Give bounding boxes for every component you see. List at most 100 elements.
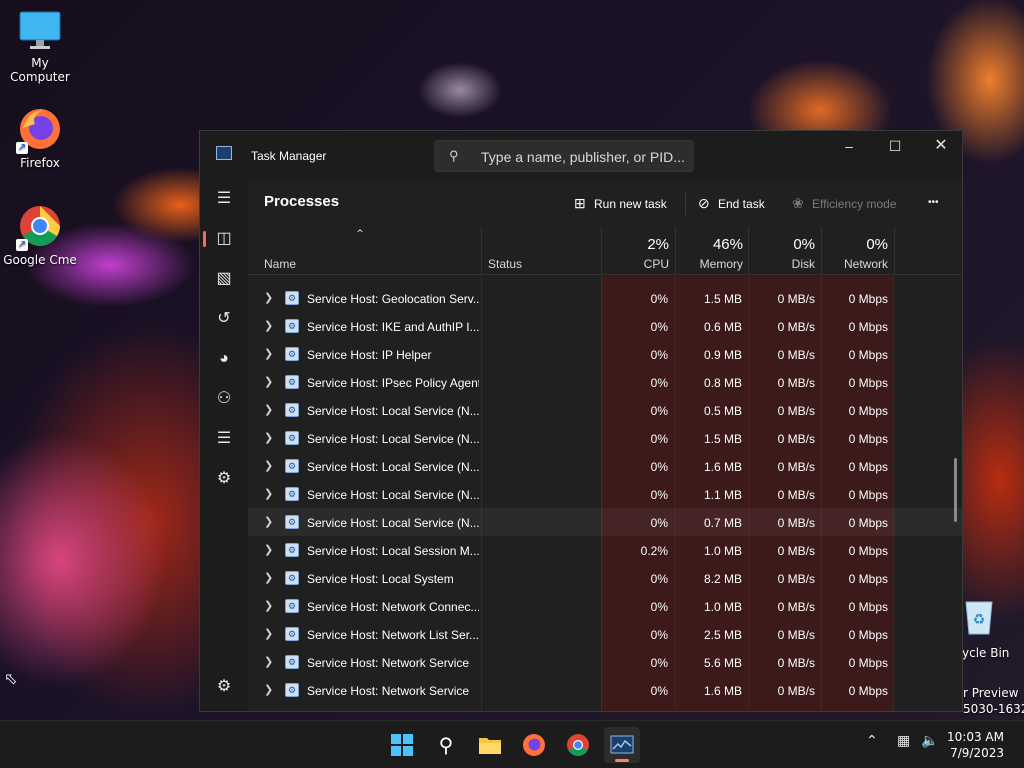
table-row[interactable]: ❯ ⚙ Service Host: IKE and AuthIP I... 0% 0.6… xyxy=(248,312,962,340)
vertical-scrollbar[interactable] xyxy=(954,458,957,522)
title-bar[interactable]: Task Manager ⚲ – ☐ ✕ xyxy=(200,131,962,179)
expand-chevron-icon[interactable]: ❯ xyxy=(264,627,274,640)
process-disk: 0 MB/s xyxy=(777,544,815,558)
table-row[interactable]: ❯ ⚙ Service Host: Local Service (N... 0% 1.1… xyxy=(248,480,962,508)
clock-time: 10:03 AM xyxy=(947,730,1004,744)
process-network: 0 Mbps xyxy=(848,544,888,558)
column-header-memory[interactable]: 46% Memory xyxy=(676,227,749,275)
watermark-line-1: r Preview xyxy=(963,686,1019,700)
process-cpu: 0% xyxy=(650,348,668,362)
expand-chevron-icon[interactable]: ❯ xyxy=(264,655,274,668)
desktop-icon-recycle-bin[interactable]: ♻ ycle Bin xyxy=(958,596,1024,662)
navigation-rail: ☰ ◫ ▧ ↺ ◕ ⚇ ☰ ⚙ ⚙ xyxy=(200,179,248,711)
column-header-network[interactable]: 0% Network xyxy=(822,227,894,275)
search-input[interactable] xyxy=(481,147,686,167)
chrome-taskbar-button[interactable] xyxy=(560,727,596,763)
service-host-icon: ⚙ xyxy=(285,459,299,473)
nav-details[interactable]: ☰ xyxy=(206,421,242,457)
command-separator xyxy=(685,191,686,215)
show-hidden-icons-button[interactable]: ⌃ xyxy=(866,733,878,749)
table-row[interactable]: ❯ ⚙ Service Host: Geolocation Serv... 0% 1.5… xyxy=(248,284,962,312)
process-disk: 0 MB/s xyxy=(777,656,815,670)
search-taskbar-button[interactable]: ⚲ xyxy=(428,727,464,763)
folder-icon xyxy=(479,738,501,754)
task-manager-taskbar-button[interactable] xyxy=(604,727,640,763)
column-header-cpu[interactable]: 2% CPU xyxy=(602,227,675,275)
nav-settings[interactable]: ⚙ xyxy=(206,669,242,705)
table-row[interactable]: ❯ ⚙ Service Host: Local Session M... 0.2% 1.… xyxy=(248,536,962,564)
nav-app-history[interactable]: ↺ xyxy=(206,301,242,337)
nav-processes[interactable]: ◫ xyxy=(203,221,242,257)
process-cpu: 0% xyxy=(650,656,668,670)
desktop-icon-my-computer[interactable]: My Computer xyxy=(0,10,80,84)
table-row[interactable]: ❯ ⚙ Service Host: Local Service (N... 0% 0.5… xyxy=(248,396,962,424)
service-host-icon: ⚙ xyxy=(285,543,299,557)
search-icon: ⚲ xyxy=(449,148,459,163)
table-row[interactable]: ❯ ⚙ Service Host: Local System 0% 8.2 MB 0 MB… xyxy=(248,564,962,592)
column-header-disk[interactable]: 0% Disk xyxy=(749,227,821,275)
expand-chevron-icon[interactable]: ❯ xyxy=(264,319,274,332)
process-network: 0 Mbps xyxy=(848,348,888,362)
column-header-status[interactable]: Status xyxy=(482,227,601,275)
nav-startup-apps[interactable]: ◕ xyxy=(206,341,242,377)
process-memory: 2.5 MB xyxy=(703,628,742,642)
table-row[interactable]: ❯ ⚙ Service Host: Local Service (N... 0% 0.7… xyxy=(248,508,962,536)
nav-services[interactable]: ⚙ xyxy=(206,461,242,497)
table-row[interactable]: ❯ ⚙ Service Host: Network Service 0% 1.6 MB 0… xyxy=(248,676,962,704)
cpu-total-percent: 2% xyxy=(647,236,669,253)
details-list-icon: ☰ xyxy=(216,430,232,447)
column-header-name[interactable]: Name xyxy=(248,227,481,275)
firefox-taskbar-button[interactable] xyxy=(516,727,552,763)
minimize-button[interactable]: – xyxy=(826,131,872,163)
end-task-button[interactable]: ⊘ End task xyxy=(698,191,765,215)
desktop-icon-label: ycle Bin xyxy=(962,646,1010,660)
expand-chevron-icon[interactable]: ❯ xyxy=(264,515,274,528)
efficiency-mode-button[interactable]: ❀ Efficiency mode xyxy=(792,191,897,215)
process-cpu: 0% xyxy=(650,376,668,390)
desktop-icon-google-chrome[interactable]: ↗ Google Cme xyxy=(0,203,80,267)
process-memory: 8.2 MB xyxy=(703,572,742,586)
volume-icon[interactable]: 🔈 xyxy=(921,733,938,749)
column-divider xyxy=(894,227,895,275)
startup-gauge-icon: ◕ xyxy=(219,350,229,367)
clock[interactable]: 10:03 AM 7/9/2023 xyxy=(947,729,1004,761)
table-row[interactable]: ❯ ⚙ Service Host: Local Service (N... 0% 1.6… xyxy=(248,452,962,480)
expand-chevron-icon[interactable]: ❯ xyxy=(264,487,274,500)
start-button[interactable] xyxy=(384,727,420,763)
table-row[interactable]: ❯ ⚙ Service Host: Network List Ser... 0% 2.5… xyxy=(248,620,962,648)
process-list[interactable]: ❯ ⚙ Service Host: Geolocation Serv... 0% 1.5… xyxy=(248,276,962,711)
network-icon[interactable]: ▦ xyxy=(897,733,910,749)
file-explorer-button[interactable] xyxy=(472,727,508,763)
expand-chevron-icon[interactable]: ❯ xyxy=(264,459,274,472)
expand-chevron-icon[interactable]: ❯ xyxy=(264,347,274,360)
nav-users[interactable]: ⚇ xyxy=(206,381,242,417)
table-row[interactable]: ❯ ⚙ Service Host: Network Connec... 0% 1.0 M… xyxy=(248,592,962,620)
task-manager-app-icon xyxy=(216,146,232,160)
page-title: Processes xyxy=(264,193,340,210)
search-box[interactable]: ⚲ xyxy=(434,140,694,172)
expand-chevron-icon[interactable]: ❯ xyxy=(264,683,274,696)
table-row[interactable]: ❯ ⚙ Service Host: IP Helper 0% 0.9 MB 0 MB/s 0… xyxy=(248,340,962,368)
taskbar: ⚲ ⌃ ▦ 🔈 10:03 AM 7/9/2023 xyxy=(0,720,1024,768)
run-new-task-button[interactable]: ⊞ Run new task xyxy=(574,191,667,215)
close-button[interactable]: ✕ xyxy=(918,131,962,163)
hamburger-menu-button[interactable]: ☰ xyxy=(206,181,242,217)
process-cpu: 0% xyxy=(650,460,668,474)
table-row[interactable]: ❯ ⚙ Service Host: Network Service 0% 5.6 MB 0… xyxy=(248,648,962,676)
maximize-button[interactable]: ☐ xyxy=(872,131,918,163)
nav-performance[interactable]: ▧ xyxy=(206,261,242,297)
table-row[interactable]: ❯ ⚙ Service Host: IPsec Policy Agent 0% 0.8 … xyxy=(248,368,962,396)
expand-chevron-icon[interactable]: ❯ xyxy=(264,291,274,304)
table-row[interactable]: ❯ ⚙ Service Host: Local Service (N... 0% 1.5… xyxy=(248,424,962,452)
expand-chevron-icon[interactable]: ❯ xyxy=(264,375,274,388)
expand-chevron-icon[interactable]: ❯ xyxy=(264,599,274,612)
expand-chevron-icon[interactable]: ❯ xyxy=(264,403,274,416)
more-options-button[interactable]: ••• xyxy=(928,191,939,215)
expand-chevron-icon[interactable]: ❯ xyxy=(264,543,274,556)
expand-chevron-icon[interactable]: ❯ xyxy=(264,431,274,444)
process-cpu: 0% xyxy=(650,628,668,642)
desktop-icon-firefox[interactable]: ↗ Firefox xyxy=(0,106,80,170)
process-name: Service Host: Local Service (N... xyxy=(307,432,479,446)
history-icon: ↺ xyxy=(217,310,231,327)
expand-chevron-icon[interactable]: ❯ xyxy=(264,571,274,584)
